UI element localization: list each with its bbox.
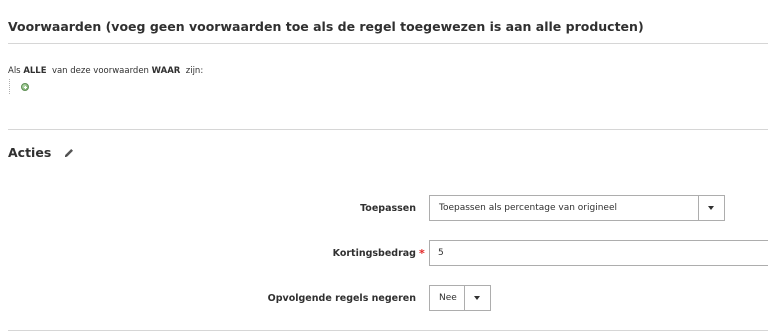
pencil-icon[interactable] <box>63 147 75 159</box>
apply-select[interactable]: Toepassen als percentage van origineel <box>429 195 725 221</box>
divider <box>8 129 768 130</box>
rule-suffix: zijn: <box>185 66 204 76</box>
required-marker: * <box>419 247 425 260</box>
apply-dropdown-toggle[interactable] <box>698 196 724 220</box>
rule-prefix: Als <box>8 66 21 76</box>
rule-middle: van deze voorwaarden <box>51 66 149 76</box>
discount-amount-input[interactable] <box>429 240 768 266</box>
chevron-down-icon <box>708 206 714 210</box>
actions-header: Acties <box>8 145 75 160</box>
value-link[interactable]: WAAR <box>152 66 181 76</box>
discount-amount-label: Kortingsbedrag <box>332 248 416 259</box>
stop-rules-selected-value: Nee <box>439 293 457 303</box>
condition-rule-line: Als ALLE van deze voorwaarden WAAR zijn: <box>8 66 203 76</box>
condition-tree-line <box>9 79 10 94</box>
apply-label: Toepassen <box>360 203 416 214</box>
apply-selected-value: Toepassen als percentage van origineel <box>439 203 617 213</box>
stop-rules-select[interactable]: Nee <box>429 285 491 311</box>
add-condition-icon[interactable] <box>21 83 29 91</box>
chevron-down-icon <box>474 296 480 300</box>
divider <box>8 330 768 331</box>
sales-rule-form: Voorwaarden (voeg geen voorwaarden toe a… <box>0 0 768 332</box>
aggregator-link[interactable]: ALLE <box>23 66 46 76</box>
stop-rules-dropdown-toggle[interactable] <box>464 286 490 310</box>
conditions-title: Voorwaarden (voeg geen voorwaarden toe a… <box>8 19 644 34</box>
stop-rules-label: Opvolgende regels negeren <box>267 293 416 304</box>
actions-title: Acties <box>8 145 52 160</box>
divider <box>8 43 768 44</box>
